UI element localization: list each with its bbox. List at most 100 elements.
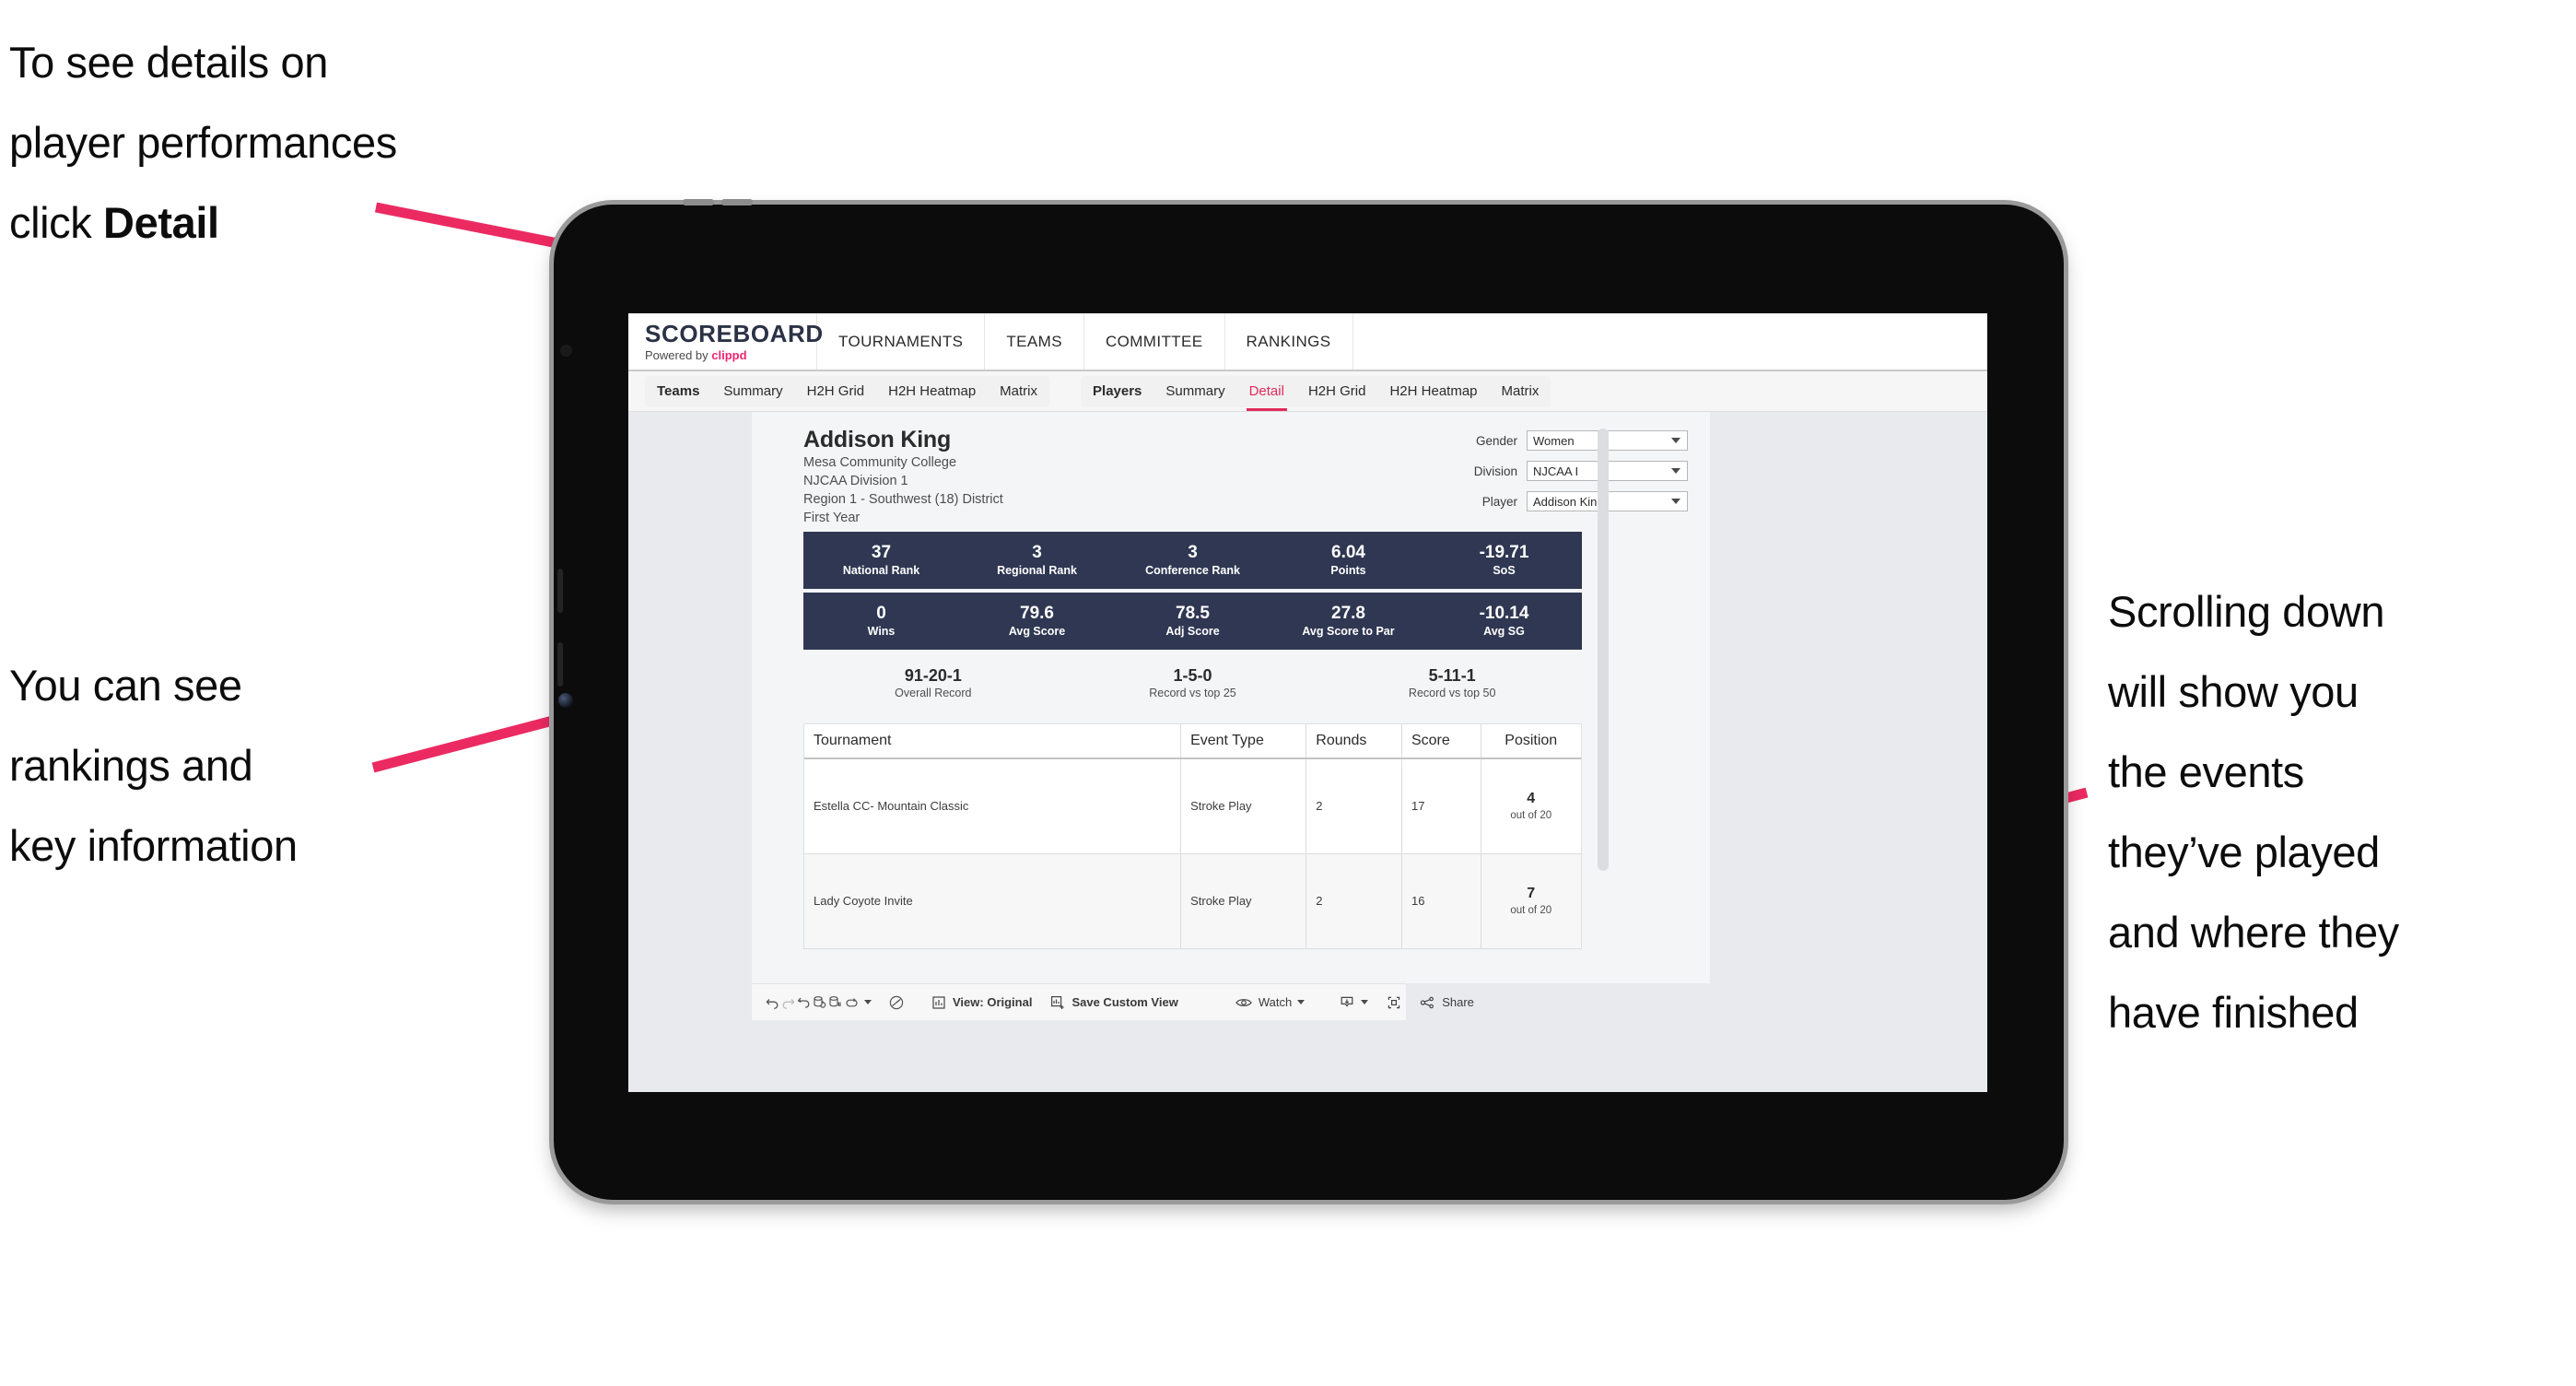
tablet-volume-up-button[interactable] bbox=[557, 569, 563, 613]
tab-players-summary[interactable]: Summary bbox=[1153, 376, 1236, 407]
chevron-down-icon bbox=[1361, 1000, 1369, 1004]
stat-conference-rank: 3 Conference Rank bbox=[1115, 532, 1270, 589]
view-original-button[interactable]: View: Original bbox=[921, 989, 1040, 1016]
undo-icon[interactable] bbox=[765, 989, 780, 1016]
stat-value: -10.14 bbox=[1479, 603, 1529, 623]
record-row: 91-20-1 Overall Record 1-5-0 Record vs t… bbox=[803, 665, 1582, 701]
share-label: Share bbox=[1442, 995, 1474, 1009]
save-custom-view-icon bbox=[1048, 989, 1066, 1016]
topnav-teams[interactable]: TEAMS bbox=[985, 313, 1084, 370]
tablet-screen: SCOREBOARD Powered by clippd TOURNAMENTS… bbox=[628, 313, 1987, 1092]
annotation-detail: To see details on player performances cl… bbox=[9, 22, 599, 263]
topnav-tournaments[interactable]: TOURNAMENTS bbox=[817, 313, 986, 370]
vertical-scrollbar[interactable] bbox=[1598, 429, 1609, 871]
brand-powered-prefix: Powered by bbox=[645, 348, 712, 362]
stat-label: Wins bbox=[867, 624, 896, 638]
tab-players[interactable]: Players bbox=[1081, 376, 1153, 407]
app-header: SCOREBOARD Powered by clippd TOURNAMENTS… bbox=[628, 313, 1987, 371]
stat-wins: 0 Wins bbox=[803, 593, 959, 650]
stat-label: Conference Rank bbox=[1145, 563, 1240, 577]
stat-label: Points bbox=[1330, 563, 1366, 577]
filter-division-label: Division bbox=[1473, 464, 1517, 478]
chevron-down-icon[interactable] bbox=[864, 1000, 872, 1004]
pause-data-icon[interactable] bbox=[827, 989, 843, 1016]
tab-teams[interactable]: Teams bbox=[645, 376, 711, 407]
filter-division: Division NJCAA I bbox=[1384, 461, 1688, 481]
topnav-rankings[interactable]: RANKINGS bbox=[1225, 313, 1353, 370]
col-header-event-type[interactable]: Event Type bbox=[1180, 724, 1307, 759]
tab-teams-h2h-grid[interactable]: H2H Grid bbox=[795, 376, 877, 407]
position-subtext: out of 20 bbox=[1510, 809, 1552, 821]
camera-icon bbox=[560, 345, 572, 357]
fullscreen-button[interactable] bbox=[1376, 989, 1411, 1016]
tab-players-h2h-heatmap[interactable]: H2H Heatmap bbox=[1377, 376, 1489, 407]
stat-value: 37 bbox=[871, 542, 892, 562]
table-header-row: Tournament Event Type Rounds Score Posit… bbox=[804, 724, 1581, 759]
stat-label: Avg SG bbox=[1483, 624, 1525, 638]
stat-label: Adj Score bbox=[1165, 624, 1220, 638]
watch-button[interactable]: Watch bbox=[1227, 989, 1313, 1016]
lens-icon bbox=[558, 693, 573, 708]
player-division: NJCAA Division 1 bbox=[803, 474, 908, 488]
refresh-data-icon[interactable] bbox=[812, 989, 827, 1016]
stat-label: Avg Score to Par bbox=[1302, 624, 1395, 638]
player-identity: Addison King Mesa Community College NJCA… bbox=[803, 427, 1003, 527]
view-original-icon bbox=[930, 989, 947, 1016]
table-row[interactable]: Estella CC- Mountain Classic Stroke Play… bbox=[804, 758, 1581, 854]
record-vs-top-25: 1-5-0 Record vs top 25 bbox=[1063, 665, 1323, 701]
share-button[interactable]: Share bbox=[1411, 989, 1482, 1016]
clear-sheet-icon[interactable] bbox=[888, 989, 905, 1016]
player-college: Mesa Community College bbox=[803, 455, 957, 470]
stat-regional-rank: 3 Regional Rank bbox=[959, 532, 1115, 589]
stat-value: 3 bbox=[1032, 542, 1042, 562]
cell-position: 7 out of 20 bbox=[1481, 853, 1581, 949]
revert-icon[interactable] bbox=[796, 989, 812, 1016]
stat-label: Regional Rank bbox=[997, 563, 1077, 577]
topnav-committee[interactable]: COMMITTEE bbox=[1084, 313, 1225, 370]
tab-teams-matrix[interactable]: Matrix bbox=[988, 376, 1049, 407]
fullscreen-icon bbox=[1385, 989, 1402, 1016]
division-select-value: NJCAA I bbox=[1533, 464, 1579, 478]
tab-players-matrix[interactable]: Matrix bbox=[1490, 376, 1551, 407]
col-header-rounds[interactable]: Rounds bbox=[1306, 724, 1402, 759]
position-value: 4 bbox=[1527, 790, 1536, 806]
viz-pane: Addison King Mesa Community College NJCA… bbox=[803, 427, 1688, 949]
page-root: To see details on player performances cl… bbox=[0, 0, 2576, 1386]
record-value: 1-5-0 bbox=[1173, 666, 1212, 685]
cell-score: 17 bbox=[1401, 758, 1481, 854]
stat-sos: -19.71 SoS bbox=[1426, 532, 1582, 589]
download-button[interactable] bbox=[1329, 989, 1376, 1016]
pause-auto-update-icon[interactable] bbox=[843, 989, 861, 1016]
filter-player: Player Addison King bbox=[1384, 491, 1688, 511]
record-label: Overall Record bbox=[895, 687, 972, 699]
col-header-tournament[interactable]: Tournament bbox=[804, 724, 1182, 759]
view-original-label: View: Original bbox=[953, 995, 1033, 1009]
bottom-toolbar: View: Original Save Custom View Watch Sh… bbox=[752, 983, 1474, 1020]
record-label: Record vs top 50 bbox=[1408, 687, 1496, 699]
table-row[interactable]: Lady Coyote Invite Stroke Play 2 16 7 ou… bbox=[804, 853, 1581, 949]
tablet-top-button-2 bbox=[721, 199, 753, 206]
tablet-volume-down-button[interactable] bbox=[557, 642, 563, 687]
redo-icon[interactable] bbox=[780, 989, 796, 1016]
player-region: Region 1 - Southwest (18) District bbox=[803, 492, 1003, 507]
tab-teams-summary[interactable]: Summary bbox=[711, 376, 794, 407]
annotation-rankings: You can see rankings and key information bbox=[9, 661, 298, 870]
col-header-position[interactable]: Position bbox=[1481, 724, 1581, 759]
stat-value: 0 bbox=[876, 603, 886, 623]
stats-bar-scoring: 0 Wins 79.6 Avg Score 78.5 Adj Score 27.… bbox=[803, 593, 1582, 650]
save-custom-view-label: Save Custom View bbox=[1071, 995, 1178, 1009]
cell-position: 4 out of 20 bbox=[1481, 758, 1581, 854]
stat-value: 27.8 bbox=[1331, 603, 1365, 623]
tab-players-h2h-grid[interactable]: H2H Grid bbox=[1296, 376, 1378, 407]
share-icon bbox=[1419, 989, 1436, 1016]
brand-logo[interactable]: SCOREBOARD Powered by clippd bbox=[628, 313, 823, 370]
stat-label: Avg Score bbox=[1008, 624, 1066, 638]
tab-players-detail[interactable]: Detail bbox=[1237, 376, 1296, 411]
col-header-score[interactable]: Score bbox=[1401, 724, 1481, 759]
save-custom-view-button[interactable]: Save Custom View bbox=[1040, 989, 1186, 1016]
tab-teams-h2h-heatmap[interactable]: H2H Heatmap bbox=[876, 376, 988, 407]
annotation-scrolling: Scrolling down will show you the events … bbox=[2108, 587, 2399, 1037]
filter-gender-label: Gender bbox=[1475, 433, 1517, 448]
player-name: Addison King bbox=[803, 427, 952, 452]
stat-label: SoS bbox=[1493, 563, 1516, 577]
